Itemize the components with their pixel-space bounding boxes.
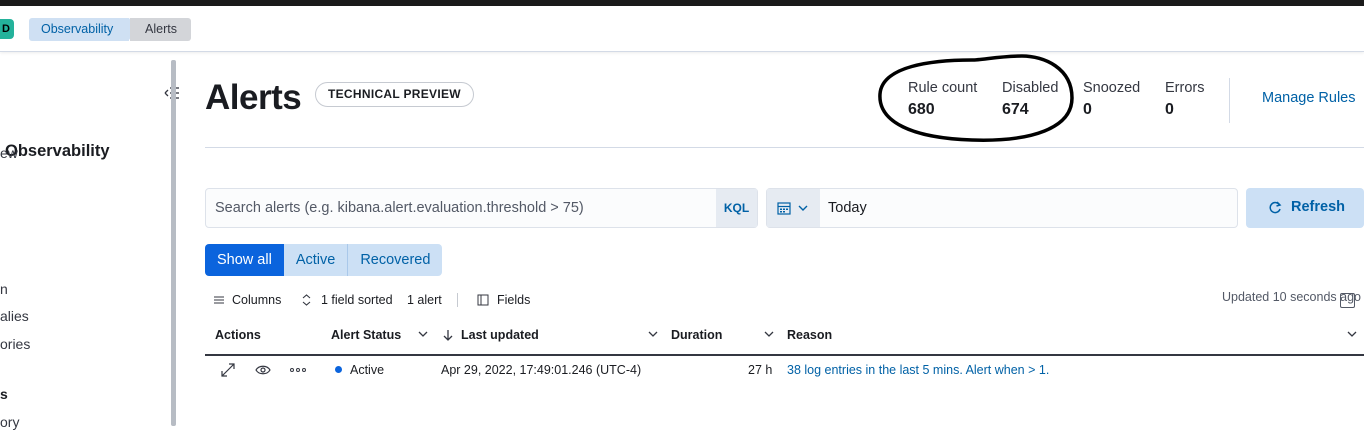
stat-value: 0 (1083, 101, 1092, 118)
technical-preview-badge: TECHNICAL PREVIEW (315, 82, 474, 107)
filter-active[interactable]: Active (283, 244, 348, 276)
stats-divider (1229, 78, 1230, 123)
hand-drawn-circle-annotation (878, 54, 1074, 142)
page-title: Alerts (205, 78, 302, 117)
sidebar-group-title: s (0, 386, 8, 402)
eye-icon[interactable] (255, 364, 271, 376)
column-header-duration[interactable]: Duration (671, 328, 722, 342)
header-bar: D Observability Alerts (0, 6, 1364, 52)
stat-label: Errors (1165, 80, 1205, 96)
sidebar-item-anomalies[interactable]: alies (0, 308, 29, 324)
fields-button[interactable]: Fields (497, 293, 530, 307)
fullscreen-icon[interactable] (1340, 293, 1355, 308)
duration-cell: 27 h (748, 363, 773, 377)
sidebar-item-stream[interactable]: n (0, 281, 8, 297)
sidebar-item-inventory[interactable]: ory (0, 414, 19, 430)
refresh-button[interactable]: Refresh (1246, 188, 1364, 228)
filter-show-all[interactable]: Show all (205, 244, 284, 276)
status-filter-group: Show all Active Recovered (205, 244, 443, 276)
refresh-label: Refresh (1291, 199, 1345, 215)
column-header-last-updated[interactable]: Last updated (461, 328, 539, 342)
refresh-icon (1269, 201, 1282, 214)
date-picker[interactable]: Today (766, 188, 1238, 228)
quick-select-button[interactable] (767, 189, 820, 227)
filter-recovered[interactable]: Recovered (347, 244, 443, 276)
chevron-down-icon[interactable] (418, 331, 428, 338)
alert-status-value: Active (350, 363, 385, 377)
sort-icon (302, 294, 311, 306)
alert-count: 1 alert (407, 293, 442, 307)
toolbar-divider (457, 293, 458, 307)
expand-icon[interactable] (221, 363, 235, 377)
column-header-reason[interactable]: Reason (787, 328, 832, 342)
date-range-value: Today (828, 200, 867, 216)
stat-value: 0 (1165, 101, 1174, 118)
breadcrumb-alerts: Alerts (130, 18, 191, 41)
status-dot-icon (335, 366, 342, 373)
chevron-down-icon[interactable] (1347, 331, 1357, 338)
chevron-down-icon (798, 205, 808, 211)
sidebar-item-overview[interactable]: ew (0, 145, 18, 161)
chevron-down-icon[interactable] (764, 331, 774, 338)
sort-button[interactable]: 1 field sorted (321, 293, 393, 307)
search-placeholder: Search alerts (e.g. kibana.alert.evaluat… (215, 200, 584, 216)
last-updated-cell: Apr 29, 2022, 17:49:01.246 (UTC-4) (441, 363, 642, 377)
reason-link[interactable]: 38 log entries in the last 5 mins. Alert… (787, 363, 1049, 377)
alert-status-cell: Active (335, 363, 384, 377)
column-header-actions: Actions (215, 328, 261, 342)
sort-down-arrow-icon (443, 330, 453, 341)
sidebar: Observability ew n alies ories s ory (0, 58, 172, 430)
breadcrumb-observability[interactable]: Observability (29, 18, 137, 41)
space-avatar[interactable]: D (0, 19, 14, 39)
stat-errors: Errors 0 (1165, 80, 1204, 119)
header-divider (205, 147, 1364, 148)
more-actions-icon[interactable] (290, 368, 306, 372)
stat-snoozed: Snoozed 0 (1083, 80, 1140, 119)
sidebar-scrollbar[interactable] (171, 60, 176, 426)
columns-icon (214, 296, 224, 304)
stat-label: Snoozed (1083, 80, 1141, 96)
search-alerts-input[interactable]: Search alerts (e.g. kibana.alert.evaluat… (205, 188, 758, 228)
sidebar-item-categories[interactable]: ories (0, 336, 30, 352)
columns-button[interactable]: Columns (232, 293, 281, 307)
sidebar-title: Observability (5, 142, 110, 160)
calendar-icon (777, 202, 791, 215)
table-header-divider (205, 354, 1364, 356)
kql-button[interactable]: KQL (716, 189, 757, 227)
fields-icon (477, 294, 489, 306)
column-header-alert-status[interactable]: Alert Status (331, 328, 401, 342)
manage-rules-link[interactable]: Manage Rules (1262, 90, 1356, 106)
chevron-down-icon[interactable] (648, 331, 658, 338)
